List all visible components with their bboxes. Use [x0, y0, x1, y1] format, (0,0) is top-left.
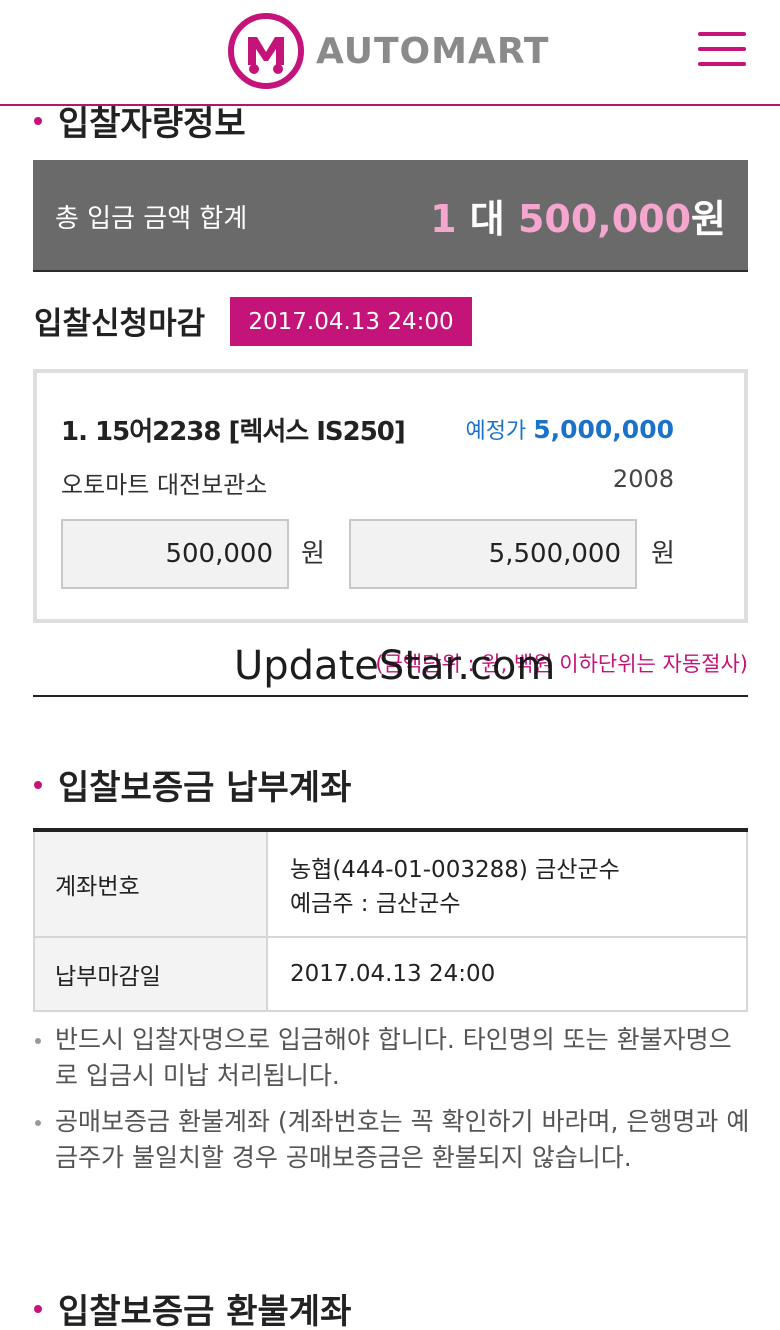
section-title-refund-account: 입찰보증금 환불계좌 — [34, 1284, 351, 1330]
deposit-amount-field[interactable]: 500,000 — [61, 519, 289, 589]
deposit-account-table: 계좌번호 농협(444-01-003288) 금산군수 예금주 : 금산군수 납… — [33, 828, 748, 1012]
app-header: AUTOMART — [0, 0, 780, 106]
deposit-currency-label: 원 — [301, 539, 325, 569]
account-number-value: 농협(444-01-003288) 금산군수 예금주 : 금산군수 — [290, 857, 620, 917]
total-label: 총 입금 금액 합계 — [55, 204, 248, 234]
table-row: 납부마감일 2017.04.13 24:00 — [33, 938, 748, 1012]
brand-name: AUTOMART — [316, 30, 550, 72]
deadline-badge: 2017.04.13 24:00 — [230, 297, 472, 346]
notice-list: 반드시 입찰자명으로 입금해야 합니다. 타인명의 또는 환불자명으로 입금시 … — [33, 1022, 753, 1186]
bid-amount-field[interactable]: 5,500,000 — [349, 519, 637, 589]
bullet-dot-icon — [34, 116, 42, 125]
automart-logo[interactable]: AUTOMART — [228, 13, 550, 89]
account-number-label: 계좌번호 — [35, 832, 268, 936]
car-title: 1. 15어2238 [렉서스 IS250] — [61, 417, 406, 447]
bullet-dot-icon — [34, 780, 42, 789]
total-deposit-bar: 총 입금 금액 합계 1 대 500,000원 — [33, 160, 748, 272]
total-value: 1 대 500,000원 — [430, 197, 726, 241]
bid-item-card: 1. 15어2238 [렉서스 IS250] 예정가 5,000,000 오토마… — [33, 369, 748, 623]
payment-due-label: 납부마감일 — [35, 938, 268, 1010]
list-item: 공매보증금 환불계좌 (계좌번호는 꼭 확인하기 바라며, 은행명과 예금주가 … — [33, 1104, 753, 1176]
divider — [33, 695, 748, 697]
automart-logo-icon — [228, 13, 304, 89]
payment-due-value: 2017.04.13 24:00 — [290, 961, 496, 987]
car-location: 오토마트 대전보관소 — [61, 471, 268, 499]
bullet-dot-icon — [34, 1304, 42, 1313]
estimated-price: 예정가 5,000,000 — [465, 415, 675, 444]
hamburger-menu-icon[interactable] — [698, 32, 746, 70]
watermark-text: UpdateStar.com — [234, 643, 556, 689]
section-title-deposit-account: 입찰보증금 납부계좌 — [34, 760, 351, 809]
table-row: 계좌번호 농협(444-01-003288) 금산군수 예금주 : 금산군수 — [33, 832, 748, 938]
list-item: 반드시 입찰자명으로 입금해야 합니다. 타인명의 또는 환불자명으로 입금시 … — [33, 1022, 753, 1094]
bid-currency-label: 원 — [651, 539, 675, 569]
car-year: 2008 — [612, 465, 674, 493]
deadline-label: 입찰신청마감 — [34, 306, 206, 342]
